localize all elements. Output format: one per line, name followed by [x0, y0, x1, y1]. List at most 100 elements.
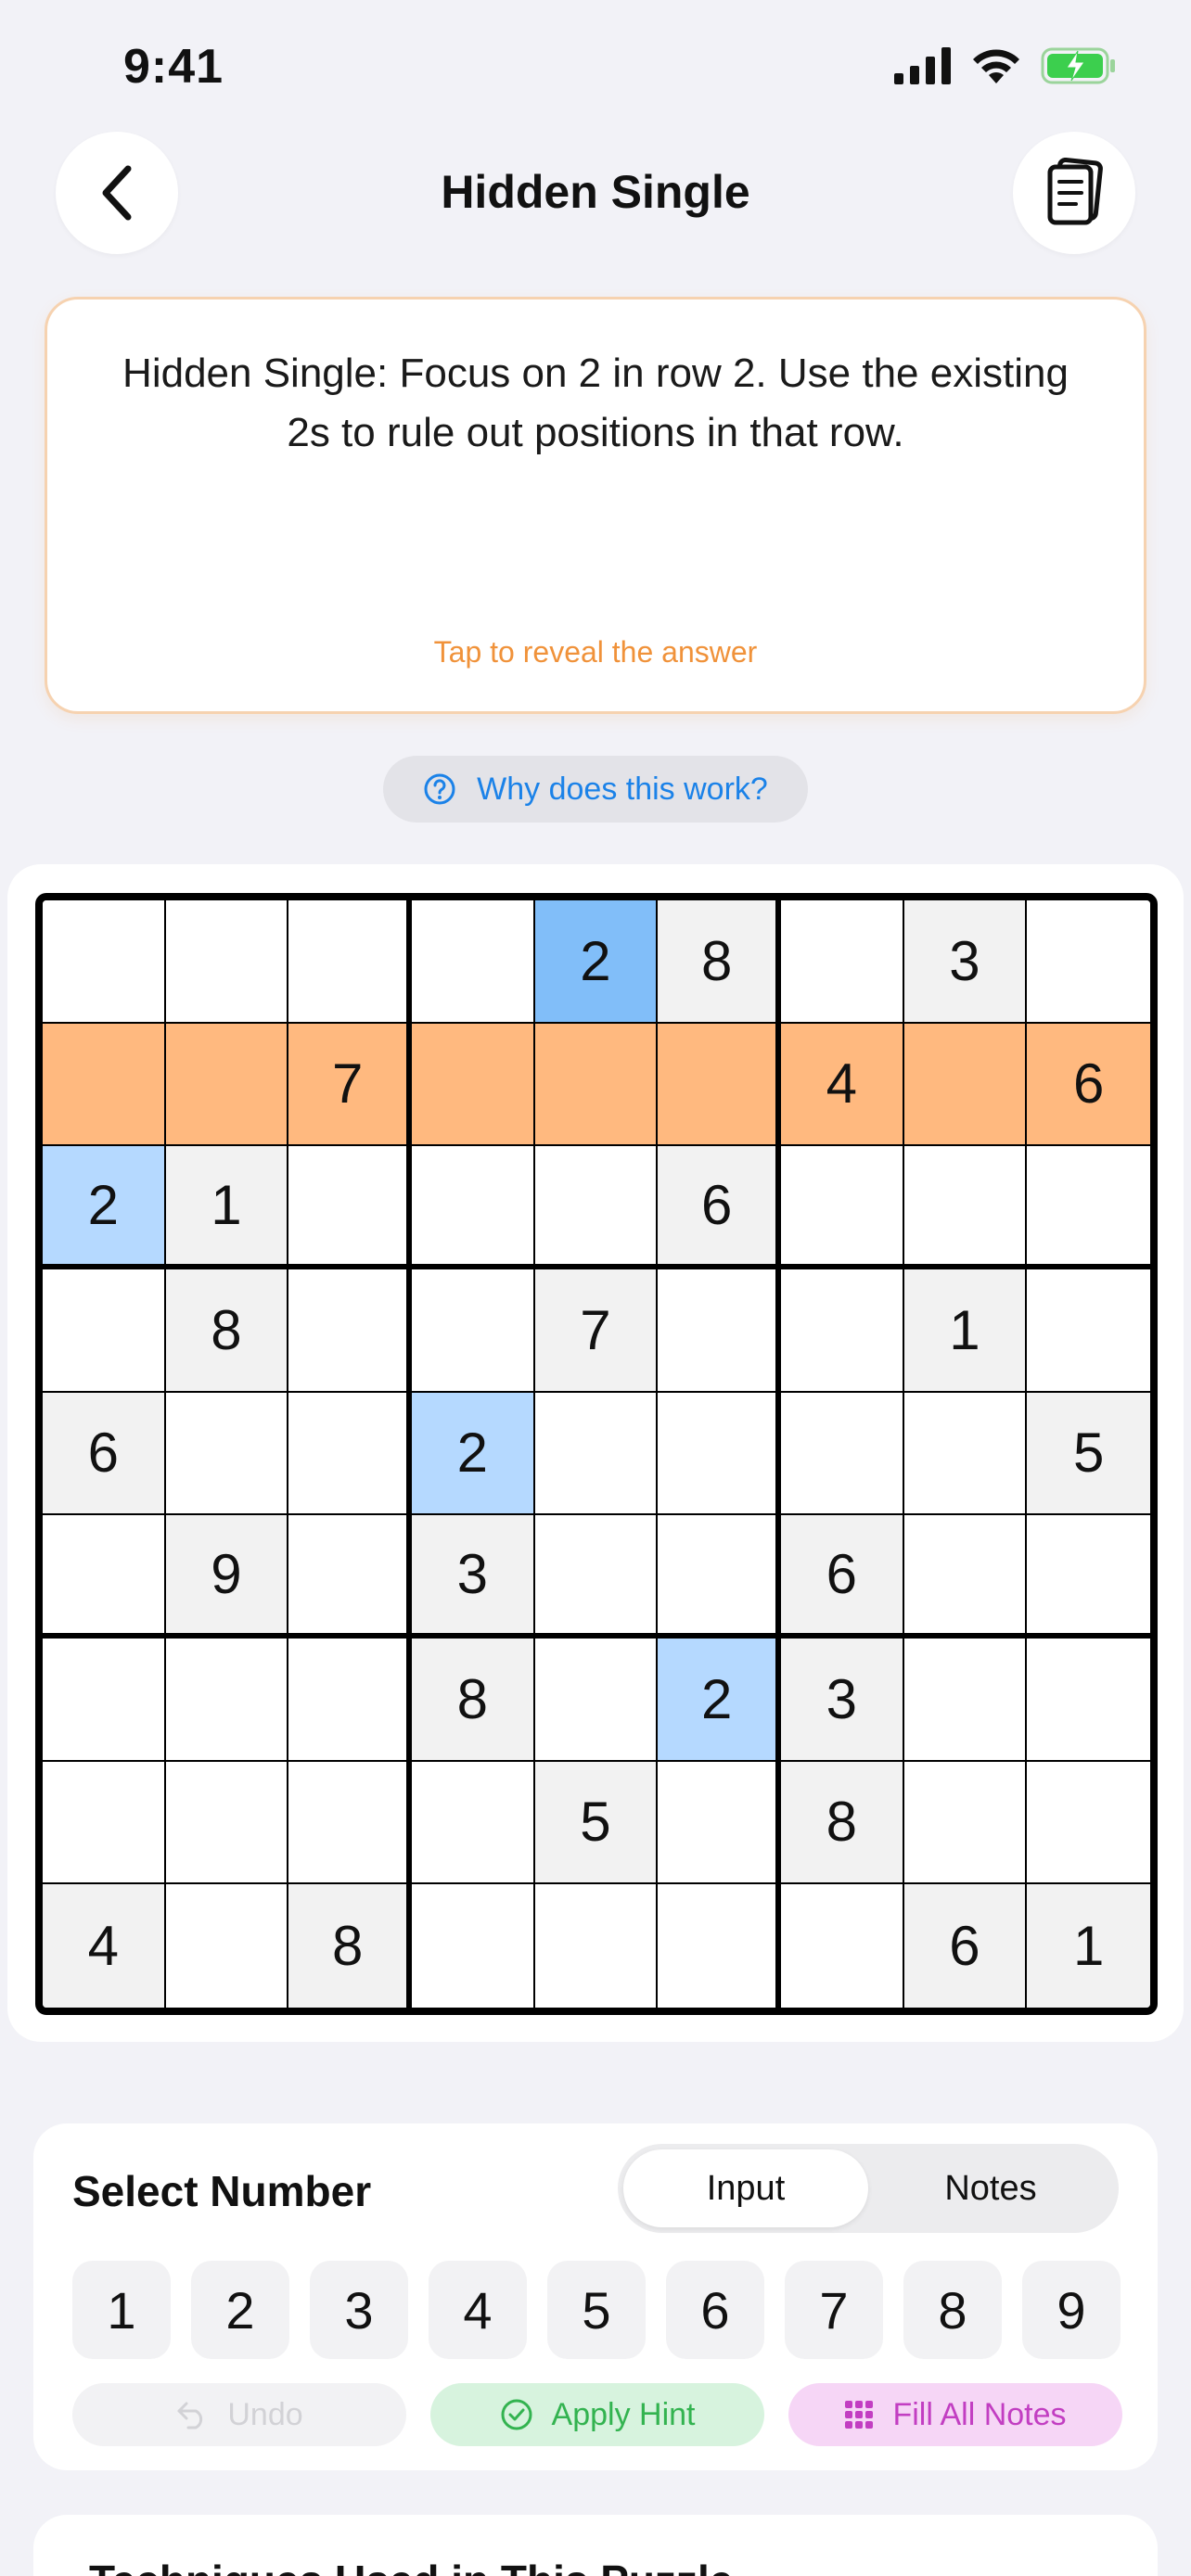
number-key-8[interactable]: 8 — [903, 2261, 1002, 2359]
sudoku-cell-r7c4[interactable]: 8 — [412, 1639, 535, 1762]
sudoku-cell-r5c2[interactable] — [165, 1392, 289, 1516]
mode-toggle[interactable]: Input Notes — [618, 2144, 1119, 2233]
sudoku-cell-r1c9[interactable] — [1027, 900, 1150, 1024]
hint-card[interactable]: Hidden Single: Focus on 2 in row 2. Use … — [45, 297, 1146, 714]
sudoku-cell-r4c5[interactable]: 7 — [534, 1269, 659, 1393]
mode-notes[interactable]: Notes — [868, 2149, 1113, 2227]
sudoku-cell-r4c3[interactable] — [288, 1269, 412, 1393]
sudoku-cell-r9c8[interactable]: 6 — [903, 1884, 1028, 2008]
sudoku-cell-r8c2[interactable] — [165, 1761, 289, 1885]
sudoku-cell-r8c9[interactable] — [1027, 1761, 1150, 1885]
sudoku-cell-r6c8[interactable] — [903, 1515, 1028, 1639]
reveal-answer-link[interactable]: Tap to reveal the answer — [47, 635, 1144, 670]
sudoku-cell-r3c2[interactable]: 1 — [165, 1146, 289, 1269]
fill-all-notes-button[interactable]: Fill All Notes — [788, 2383, 1122, 2446]
sudoku-cell-r3c7[interactable] — [781, 1146, 904, 1269]
sudoku-cell-r9c1[interactable]: 4 — [43, 1884, 166, 2008]
sudoku-cell-r5c4[interactable]: 2 — [412, 1392, 535, 1516]
why-does-this-work-button[interactable]: Why does this work? — [383, 756, 808, 823]
sudoku-cell-r1c3[interactable] — [288, 900, 412, 1024]
sudoku-cell-r6c5[interactable] — [534, 1515, 659, 1639]
sudoku-cell-r1c1[interactable] — [43, 900, 166, 1024]
sudoku-cell-r7c2[interactable] — [165, 1639, 289, 1762]
sudoku-cell-r1c7[interactable] — [781, 900, 904, 1024]
sudoku-cell-r3c6[interactable]: 6 — [658, 1146, 781, 1269]
sudoku-cell-r4c2[interactable]: 8 — [165, 1269, 289, 1393]
number-key-9[interactable]: 9 — [1022, 2261, 1121, 2359]
sudoku-cell-r7c9[interactable] — [1027, 1639, 1150, 1762]
number-key-6[interactable]: 6 — [666, 2261, 764, 2359]
sudoku-cell-r6c2[interactable]: 9 — [165, 1515, 289, 1639]
sudoku-cell-r6c9[interactable] — [1027, 1515, 1150, 1639]
sudoku-cell-r8c5[interactable]: 5 — [534, 1761, 659, 1885]
sudoku-cell-r7c8[interactable] — [903, 1639, 1028, 1762]
sudoku-cell-r9c2[interactable] — [165, 1884, 289, 2008]
sudoku-cell-r4c4[interactable] — [412, 1269, 535, 1393]
number-key-7[interactable]: 7 — [785, 2261, 883, 2359]
sudoku-cell-r9c6[interactable] — [658, 1884, 781, 2008]
sudoku-cell-r9c7[interactable] — [781, 1884, 904, 2008]
apply-hint-button[interactable]: Apply Hint — [430, 2383, 764, 2446]
sudoku-cell-r6c4[interactable]: 3 — [412, 1515, 535, 1639]
sudoku-cell-r3c5[interactable] — [534, 1146, 659, 1269]
sudoku-cell-r3c4[interactable] — [412, 1146, 535, 1269]
sudoku-cell-r2c4[interactable] — [412, 1023, 535, 1147]
sudoku-cell-r2c7[interactable]: 4 — [781, 1023, 904, 1147]
sudoku-cell-r7c5[interactable] — [534, 1639, 659, 1762]
sudoku-cell-r5c9[interactable]: 5 — [1027, 1392, 1150, 1516]
number-key-4[interactable]: 4 — [429, 2261, 527, 2359]
sudoku-cell-r9c4[interactable] — [412, 1884, 535, 2008]
sudoku-cell-r2c8[interactable] — [903, 1023, 1028, 1147]
sudoku-cell-r4c1[interactable] — [43, 1269, 166, 1393]
number-key-5[interactable]: 5 — [547, 2261, 646, 2359]
sudoku-cell-r3c1[interactable]: 2 — [43, 1146, 166, 1269]
sudoku-cell-r5c1[interactable]: 6 — [43, 1392, 166, 1516]
sudoku-cell-r8c6[interactable] — [658, 1761, 781, 1885]
sudoku-cell-r6c3[interactable] — [288, 1515, 412, 1639]
sudoku-cell-r1c6[interactable]: 8 — [658, 900, 781, 1024]
sudoku-cell-r7c7[interactable]: 3 — [781, 1639, 904, 1762]
sudoku-cell-r7c6[interactable]: 2 — [658, 1639, 781, 1762]
sudoku-cell-r2c3[interactable]: 7 — [288, 1023, 412, 1147]
sudoku-cell-r1c4[interactable] — [412, 900, 535, 1024]
sudoku-cell-r5c7[interactable] — [781, 1392, 904, 1516]
sudoku-cell-r5c6[interactable] — [658, 1392, 781, 1516]
sudoku-cell-r1c2[interactable] — [165, 900, 289, 1024]
number-key-3[interactable]: 3 — [310, 2261, 408, 2359]
sudoku-cell-r9c5[interactable] — [534, 1884, 659, 2008]
sudoku-cell-r6c6[interactable] — [658, 1515, 781, 1639]
sudoku-cell-r4c9[interactable] — [1027, 1269, 1150, 1393]
sudoku-cell-r6c7[interactable]: 6 — [781, 1515, 904, 1639]
sudoku-cell-r7c3[interactable] — [288, 1639, 412, 1762]
sudoku-cell-r2c1[interactable] — [43, 1023, 166, 1147]
sudoku-cell-r9c3[interactable]: 8 — [288, 1884, 412, 2008]
sudoku-cell-r3c9[interactable] — [1027, 1146, 1150, 1269]
sudoku-board[interactable]: 283746216871625936823584861 — [35, 893, 1158, 2015]
notes-button[interactable] — [1013, 132, 1135, 254]
sudoku-cell-r8c8[interactable] — [903, 1761, 1028, 1885]
sudoku-cell-r1c8[interactable]: 3 — [903, 900, 1028, 1024]
sudoku-cell-r4c7[interactable] — [781, 1269, 904, 1393]
sudoku-cell-r3c8[interactable] — [903, 1146, 1028, 1269]
sudoku-cell-r2c2[interactable] — [165, 1023, 289, 1147]
sudoku-cell-r4c8[interactable]: 1 — [903, 1269, 1028, 1393]
sudoku-cell-r8c4[interactable] — [412, 1761, 535, 1885]
number-key-2[interactable]: 2 — [191, 2261, 289, 2359]
sudoku-cell-r7c1[interactable] — [43, 1639, 166, 1762]
undo-button[interactable]: Undo — [72, 2383, 406, 2446]
sudoku-cell-r3c3[interactable] — [288, 1146, 412, 1269]
sudoku-cell-r5c8[interactable] — [903, 1392, 1028, 1516]
sudoku-cell-r6c1[interactable] — [43, 1515, 166, 1639]
sudoku-cell-r4c6[interactable] — [658, 1269, 781, 1393]
sudoku-cell-r8c1[interactable] — [43, 1761, 166, 1885]
sudoku-cell-r9c9[interactable]: 1 — [1027, 1884, 1150, 2008]
number-key-1[interactable]: 1 — [72, 2261, 171, 2359]
mode-input[interactable]: Input — [623, 2149, 868, 2227]
sudoku-cell-r2c5[interactable] — [534, 1023, 659, 1147]
sudoku-cell-r8c7[interactable]: 8 — [781, 1761, 904, 1885]
sudoku-cell-r8c3[interactable] — [288, 1761, 412, 1885]
sudoku-cell-r5c3[interactable] — [288, 1392, 412, 1516]
sudoku-cell-r2c6[interactable] — [658, 1023, 781, 1147]
sudoku-cell-r1c5[interactable]: 2 — [534, 900, 659, 1024]
sudoku-cell-r2c9[interactable]: 6 — [1027, 1023, 1150, 1147]
